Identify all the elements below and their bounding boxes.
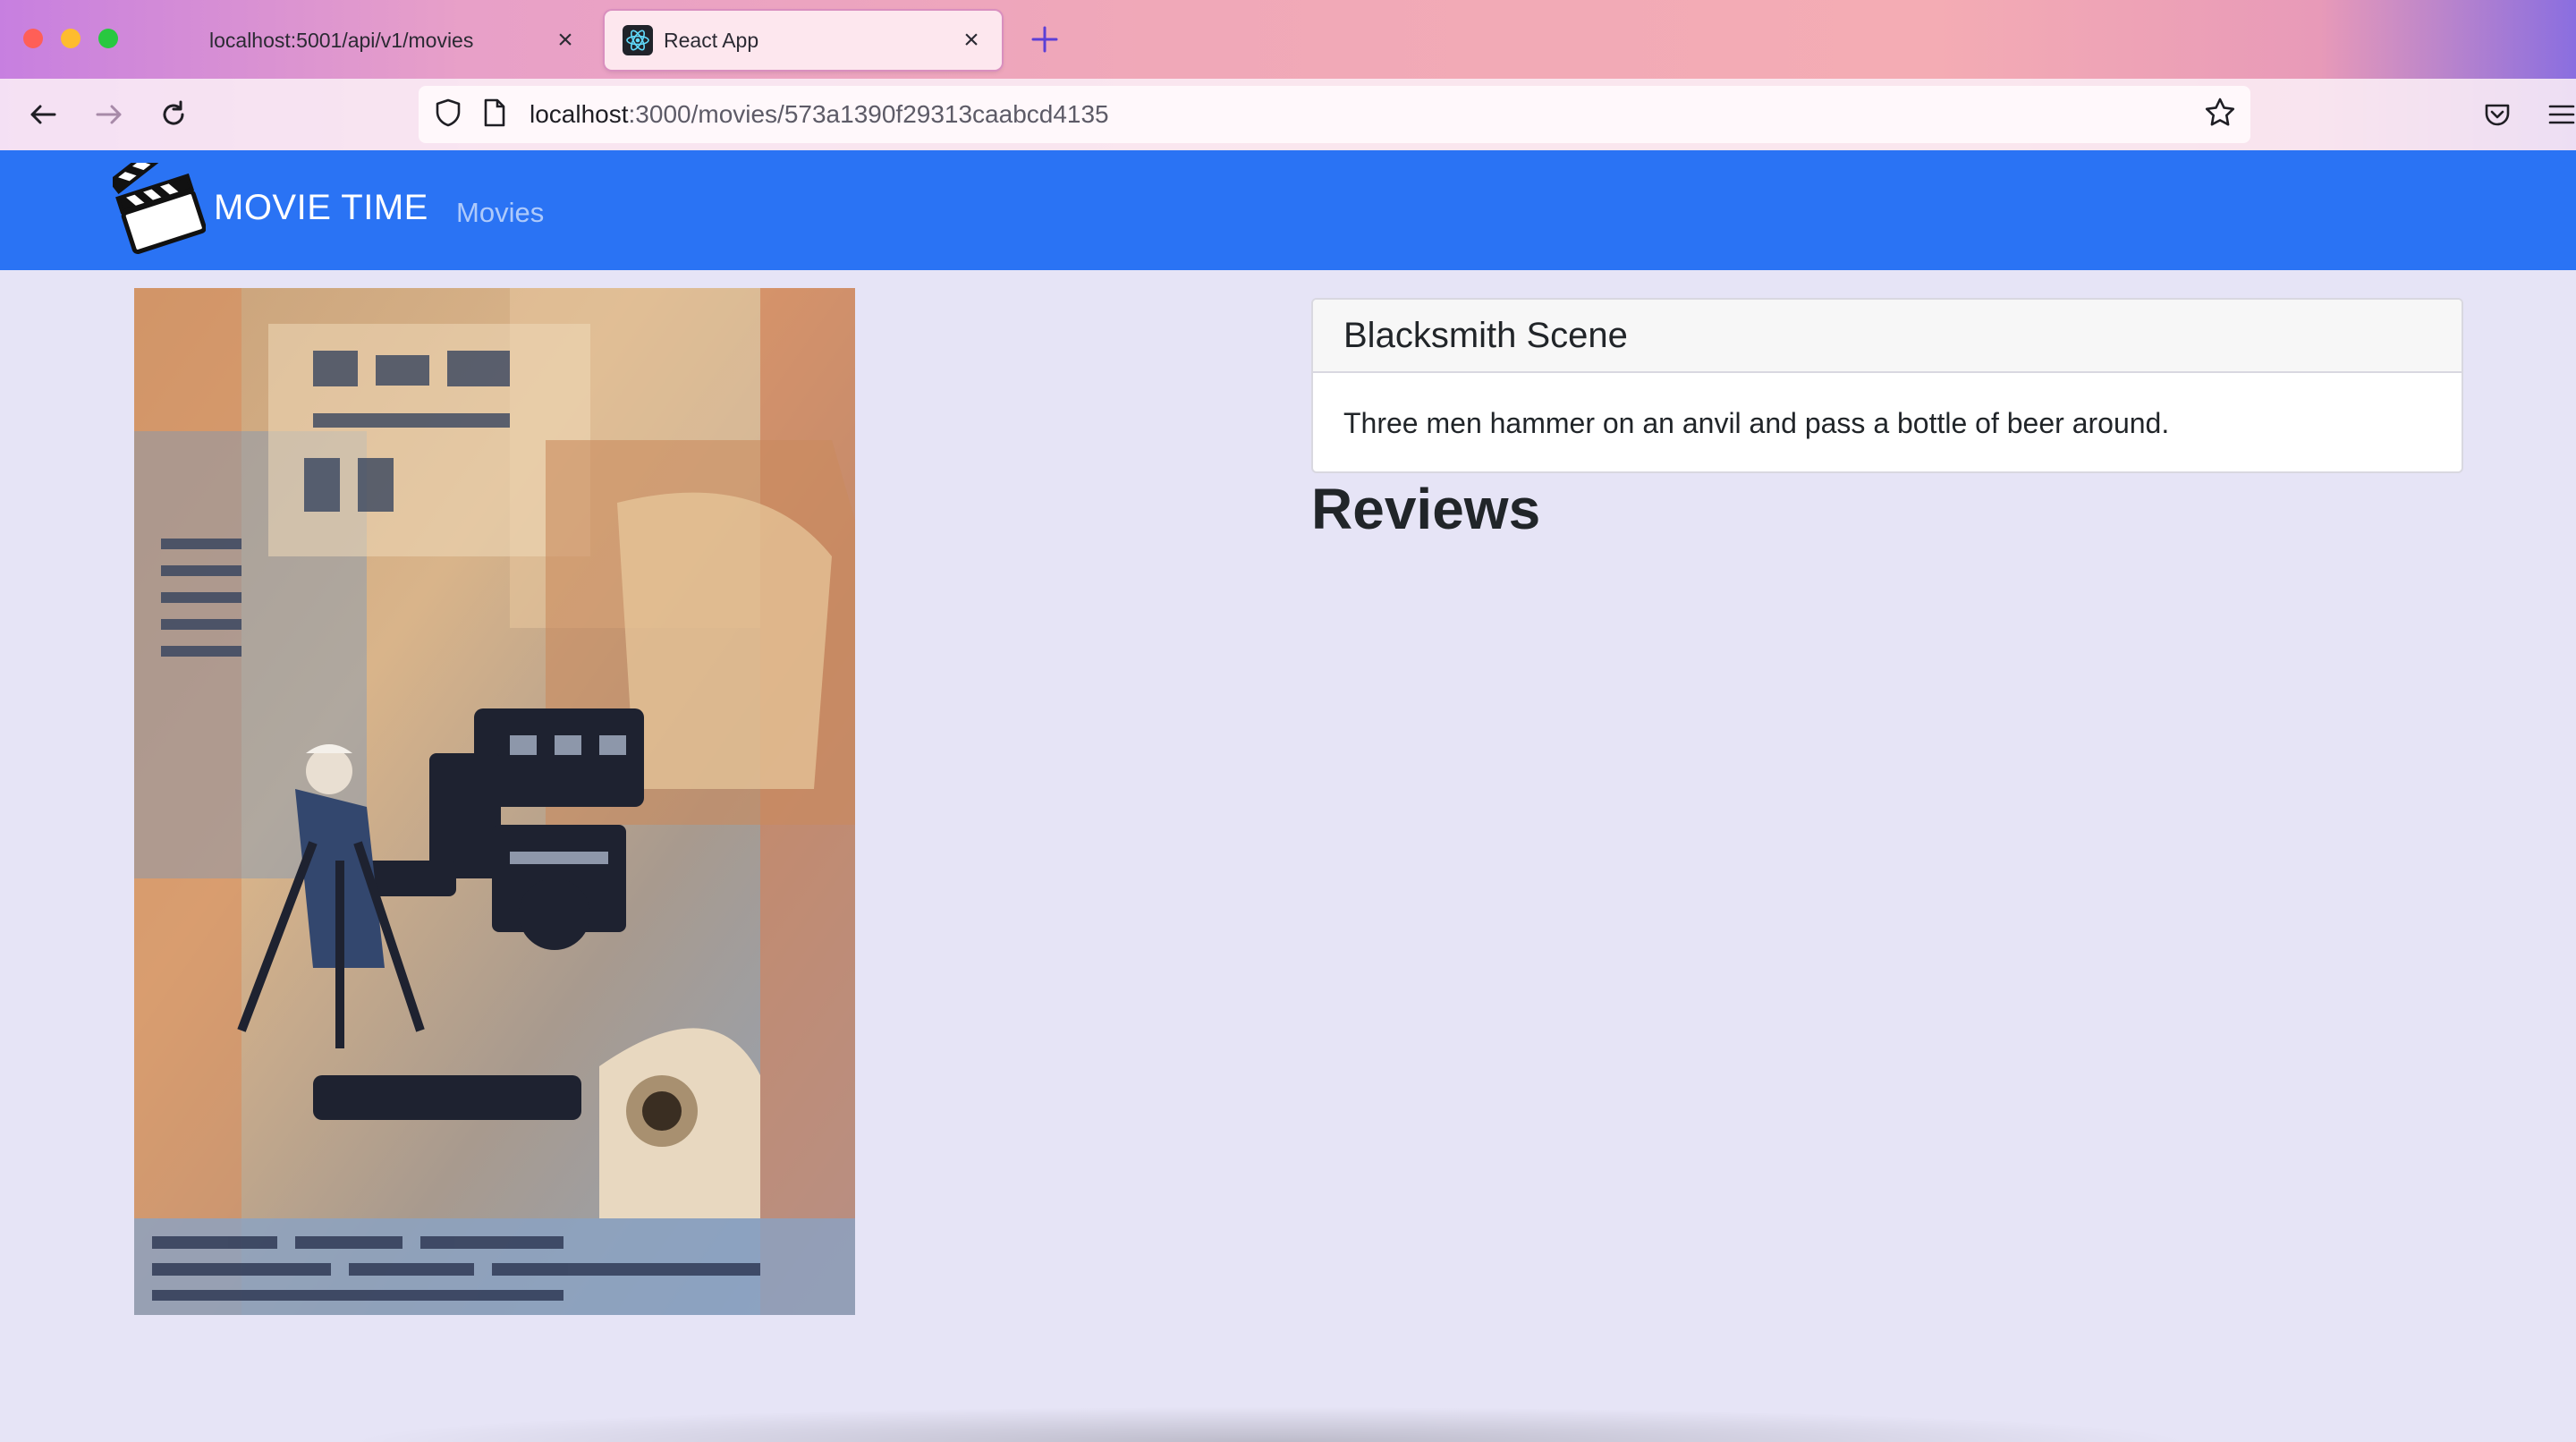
back-arrow-icon[interactable]: [21, 93, 64, 136]
new-tab-icon[interactable]: [1027, 21, 1063, 57]
movie-plot: Three men hammer on an anvil and pass a …: [1343, 407, 2170, 439]
react-icon: [623, 25, 653, 55]
browser-toolbar: localhost:3000/movies/573a1390f29313caab…: [0, 79, 2576, 150]
browser-chrome: localhost:5001/api/v1/movies × React App…: [0, 0, 2576, 150]
card-body: Three men hammer on an anvil and pass a …: [1313, 373, 2462, 471]
minimize-window-button[interactable]: [61, 29, 80, 48]
app-navbar: MOVIE TIME Movies: [0, 133, 2576, 270]
close-icon[interactable]: ×: [959, 25, 984, 55]
tab-label: React App: [664, 28, 759, 52]
url-host: localhost: [530, 100, 629, 128]
star-icon[interactable]: [2204, 97, 2236, 133]
window-shadow: [340, 1406, 2200, 1442]
url-text[interactable]: localhost:3000/movies/573a1390f29313caab…: [530, 100, 1109, 129]
hamburger-menu-icon[interactable]: [2540, 93, 2576, 136]
tab-api-movies[interactable]: localhost:5001/api/v1/movies ×: [193, 11, 596, 70]
movie-poster: [134, 288, 855, 1315]
brand-title[interactable]: MOVIE TIME: [214, 188, 428, 228]
tab-react-app[interactable]: React App ×: [605, 11, 1002, 70]
tab-strip: localhost:5001/api/v1/movies × React App…: [0, 0, 2576, 79]
close-window-button[interactable]: [23, 29, 43, 48]
shield-icon[interactable]: [433, 98, 463, 132]
nav-link-movies[interactable]: Movies: [456, 197, 544, 229]
url-bar[interactable]: localhost:3000/movies/573a1390f29313caab…: [419, 86, 2250, 143]
close-icon[interactable]: ×: [553, 25, 578, 55]
reviews-heading: Reviews: [1311, 477, 1541, 541]
card-header: Blacksmith Scene: [1313, 300, 2462, 373]
pocket-icon[interactable]: [2476, 93, 2519, 136]
movie-title: Blacksmith Scene: [1343, 315, 1628, 355]
tab-label: localhost:5001/api/v1/movies: [209, 28, 474, 52]
page-icon[interactable]: [481, 98, 508, 132]
forward-arrow-icon[interactable]: [88, 93, 131, 136]
url-path: :3000/movies/573a1390f29313caabcd4135: [628, 100, 1109, 128]
movie-details-card: Blacksmith Scene Three men hammer on an …: [1311, 298, 2463, 473]
clapperboard-logo-icon[interactable]: [107, 133, 207, 258]
reload-icon[interactable]: [152, 93, 195, 136]
zoom-window-button[interactable]: [98, 29, 118, 48]
